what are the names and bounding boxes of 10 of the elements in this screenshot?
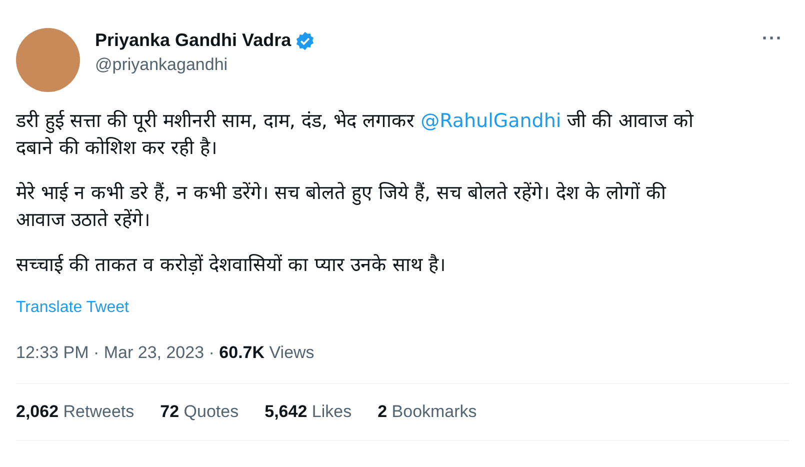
tweet-paragraph: मेरे भाई न कभी डरे हैं, न कभी डरेंगे। सच बोलते हुए जिये हैं, सच बोलते रहेंगे। देश के लोगों की आवाज उठाते रहेंगे। [16, 181, 668, 233]
stat-link[interactable]: 2,062 Retweets [16, 402, 134, 422]
tweet-paragraph: सच्चाई की ताकत व करोड़ों देशवासियों का प्यार उनके साथ है। [16, 253, 446, 278]
stat-link[interactable]: 2 Bookmarks [378, 402, 477, 422]
timestamp-views-text: 12:33 PM · Mar 23, 2023 · 60.7K Views [16, 343, 314, 363]
stat-link[interactable]: 72 Quotes [160, 402, 239, 422]
author-handle[interactable]: @priyankagandhi [95, 55, 316, 75]
tweet-paragraph: डरी हुई सत्ता की पूरी मशीनरी साम, दाम, दंड, भेद लगाकर @RahulGandhi जी की आवाज को दबाने की कोशिश कर रही है। [16, 109, 695, 161]
stat-link[interactable]: 5,642 Likes [264, 402, 352, 422]
author-name[interactable]: Priyanka Gandhi Vadra [95, 30, 292, 51]
